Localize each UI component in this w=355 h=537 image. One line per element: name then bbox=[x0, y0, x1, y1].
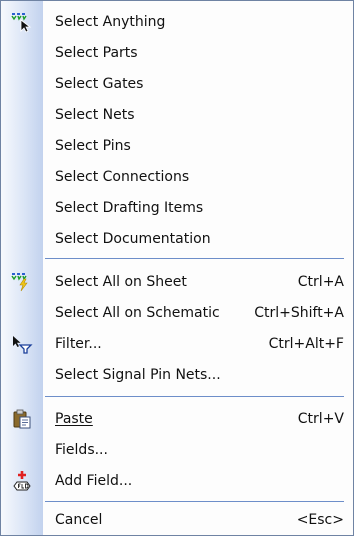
menu-item-filter[interactable]: Filter... Ctrl+Alt+F bbox=[1, 329, 353, 360]
menu-item-select-nets[interactable]: Select Nets bbox=[1, 100, 353, 131]
select-anything-icon bbox=[11, 11, 33, 33]
menu-item-label: Select Nets bbox=[55, 107, 135, 123]
paste-icon bbox=[11, 408, 33, 430]
menu-item-select-pins[interactable]: Select Pins bbox=[1, 131, 353, 162]
menu-separator bbox=[45, 501, 344, 502]
menu-item-select-all-on-schematic[interactable]: Select All on Schematic Ctrl+Shift+A bbox=[1, 298, 353, 329]
menu-separator bbox=[45, 258, 344, 259]
context-menu: Select Anything Select Parts Select Gate… bbox=[0, 0, 354, 536]
menu-item-label: Filter... bbox=[55, 336, 102, 352]
menu-separator bbox=[45, 396, 344, 397]
menu-item-label: Select Parts bbox=[55, 45, 138, 61]
menu-item-fields[interactable]: Fields... bbox=[1, 435, 353, 466]
menu-item-shortcut: Ctrl+Shift+A bbox=[254, 305, 344, 321]
menu-item-select-drafting-items[interactable]: Select Drafting Items bbox=[1, 193, 353, 224]
select-all-icon bbox=[11, 271, 33, 293]
menu-item-paste[interactable]: Paste Ctrl+V bbox=[1, 404, 353, 435]
menu-item-add-field[interactable]: Add Field... bbox=[1, 466, 353, 497]
menu-item-label: Select Signal Pin Nets... bbox=[55, 367, 221, 383]
menu-item-label: Select Documentation bbox=[55, 231, 211, 247]
menu-item-label: Paste bbox=[55, 411, 93, 427]
menu-item-select-anything[interactable]: Select Anything bbox=[1, 7, 353, 38]
menu-item-label: Fields... bbox=[55, 442, 108, 458]
filter-icon bbox=[11, 333, 33, 355]
menu-item-select-connections[interactable]: Select Connections bbox=[1, 162, 353, 193]
menu-item-shortcut: Ctrl+A bbox=[297, 274, 344, 290]
menu-item-label: Cancel bbox=[55, 512, 103, 528]
menu-item-shortcut: <Esc> bbox=[296, 512, 344, 528]
menu-item-label: Select All on Schematic bbox=[55, 305, 220, 321]
menu-item-shortcut: Ctrl+V bbox=[297, 411, 344, 427]
menu-item-label: Select Drafting Items bbox=[55, 200, 204, 216]
menu-item-select-gates[interactable]: Select Gates bbox=[1, 69, 353, 100]
menu-item-label: Select Anything bbox=[55, 14, 166, 30]
add-field-icon bbox=[11, 470, 33, 492]
menu-item-label: Select All on Sheet bbox=[55, 274, 187, 290]
menu-item-shortcut: Ctrl+Alt+F bbox=[268, 336, 344, 352]
menu-item-select-documentation[interactable]: Select Documentation bbox=[1, 224, 353, 255]
menu-item-label: Select Gates bbox=[55, 76, 144, 92]
menu-item-select-all-on-sheet[interactable]: Select All on Sheet Ctrl+A bbox=[1, 267, 353, 298]
menu-item-label: Select Pins bbox=[55, 138, 131, 154]
menu-item-select-signal-pin-nets[interactable]: Select Signal Pin Nets... bbox=[1, 360, 353, 391]
menu-item-label: Add Field... bbox=[55, 473, 133, 489]
menu-item-cancel[interactable]: Cancel <Esc> bbox=[1, 505, 353, 536]
menu-item-label: Select Connections bbox=[55, 169, 190, 185]
menu-item-select-parts[interactable]: Select Parts bbox=[1, 38, 353, 69]
